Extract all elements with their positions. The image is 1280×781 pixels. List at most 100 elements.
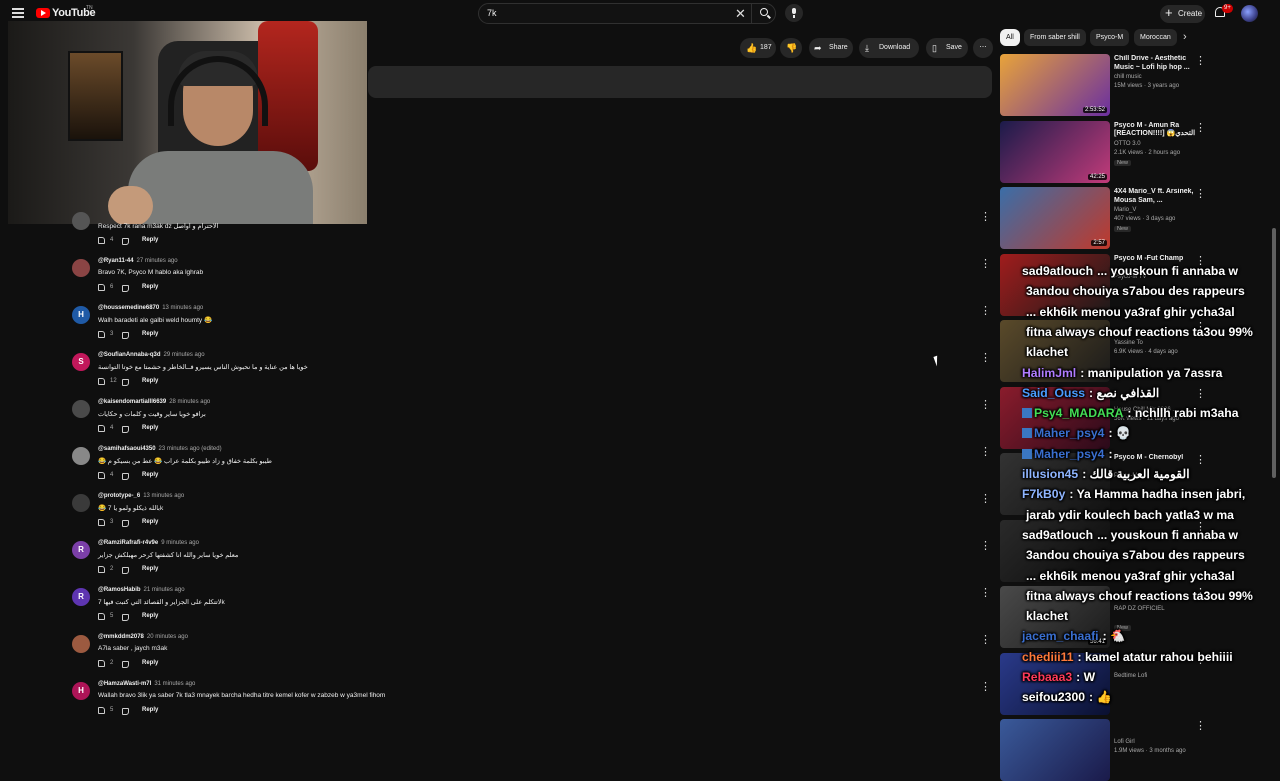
comment-author[interactable]: @RamziRafrafi-r4v9e [98,540,158,546]
comment-avatar[interactable]: R [72,588,90,606]
channel-name[interactable]: Lofi Girl [1114,739,1135,745]
video-thumbnail[interactable]: 42:25 [1000,120,1110,183]
comment-like-icon[interactable] [98,660,105,667]
comment-author[interactable]: @kaisendomartialll6639 [98,399,166,405]
dislike-button[interactable]: 👎 [780,38,802,58]
recommended-video[interactable]: 2:57 4X4 Mario_V ft. Arsinek, Mousa Sam, … [1000,187,1260,249]
recommended-video[interactable]: 2:53:52 Chill Drive - Aesthetic Music ~ L… [1000,54,1260,116]
comment-time[interactable]: 28 minutes ago [169,399,210,405]
video-menu-icon[interactable]: ⋮ [1195,54,1206,67]
comment-avatar[interactable]: H [72,682,90,700]
recommended-video[interactable]: 42:25 Psyco M - Amun Ra [REACTION!!!!] 😱ا… [1000,120,1260,183]
comment-time[interactable]: 27 minutes ago [137,258,178,264]
comment-dislike-icon[interactable] [122,567,129,574]
comment-like-icon[interactable] [98,378,105,385]
comment-dislike-icon[interactable] [122,661,129,668]
comment-like-icon[interactable] [98,237,105,244]
comment-menu-icon[interactable] [980,257,991,272]
channel-name[interactable]: OTTO 3.0 [1114,141,1141,147]
voice-search-icon[interactable] [785,4,803,22]
recommended-video[interactable]: Lofi Girl 1.9M views · 3 months ago ⋮ [1000,719,1260,781]
comment-dislike-icon[interactable] [122,614,129,621]
reply-button[interactable]: Reply [142,284,158,290]
comment-avatar[interactable] [72,494,90,512]
reply-button[interactable]: Reply [142,331,158,337]
reply-button[interactable]: Reply [142,472,158,478]
comment-menu-icon[interactable] [980,586,991,601]
comment-time[interactable]: 9 minutes ago [161,540,199,546]
comment-menu-icon[interactable] [980,492,991,507]
comment-avatar[interactable] [72,635,90,653]
chip-from-saber-shill[interactable]: From saber shill [1024,29,1086,46]
comment-dislike-icon[interactable] [122,285,129,292]
comment-like-icon[interactable] [98,425,105,432]
video-title[interactable]: Chill Drive - Aesthetic Music ~ Lofi hip… [1114,55,1196,72]
comment-menu-icon[interactable] [980,351,991,366]
chip-psyco-m[interactable]: Psyco-M [1090,29,1130,46]
video-thumbnail[interactable]: 2:57 [1000,187,1110,249]
youtube-logo-icon[interactable] [36,8,50,18]
comment-avatar[interactable]: R [72,541,90,559]
comment-menu-icon[interactable] [980,304,991,319]
reply-button[interactable]: Reply [142,707,158,713]
comment-dislike-icon[interactable] [122,708,129,715]
comment-like-icon[interactable] [98,566,105,573]
create-button[interactable]: Create [1160,4,1205,23]
comment-dislike-icon[interactable] [122,520,129,527]
comment-author[interactable]: @RamosHabib [98,587,141,593]
video-menu-icon[interactable]: ⋮ [1195,187,1206,200]
download-button[interactable]: ⤓ Download [859,38,919,58]
comment-avatar[interactable]: S [72,353,90,371]
comment-author[interactable]: @HamzaWasti-m7l [98,681,151,687]
channel-name[interactable]: Mario_V [1114,207,1136,213]
like-button[interactable]: 👍 187 [740,38,776,58]
search-box[interactable]: 7k ✕ [478,3,776,24]
comment-avatar[interactable] [72,400,90,418]
comment-dislike-icon[interactable] [122,238,129,245]
reply-button[interactable]: Reply [142,237,158,243]
comment-dislike-icon[interactable] [122,379,129,386]
comment-like-icon[interactable] [98,613,105,620]
comment-like-icon[interactable] [98,472,105,479]
search-button[interactable] [751,4,777,23]
comment-author[interactable]: @prototype-_6 [98,493,140,499]
comment-like-icon[interactable] [98,519,105,526]
comment-menu-icon[interactable] [980,633,991,648]
chevron-right-icon[interactable]: › [1183,31,1187,43]
clear-search-icon[interactable]: ✕ [735,6,746,22]
comment-time[interactable]: 23 minutes ago (edited) [159,446,222,452]
comment-avatar[interactable]: H [72,306,90,324]
reply-button[interactable]: Reply [142,566,158,572]
comment-menu-icon[interactable] [980,539,991,554]
comment-author[interactable]: @mmkddm2078 [98,634,144,640]
chip-all[interactable]: All [1000,29,1020,46]
comment-author[interactable]: @houssemedine6870 [98,305,159,311]
comment-time[interactable]: 13 minutes ago [162,305,203,311]
reply-button[interactable]: Reply [142,613,158,619]
video-title[interactable]: Psyco M - Amun Ra [REACTION!!!!] 😱التحدي [1114,122,1196,139]
scrollbar[interactable] [1272,228,1276,478]
menu-icon[interactable] [12,8,24,18]
channel-name[interactable]: chill music [1114,74,1142,80]
comment-menu-icon[interactable] [980,680,991,695]
comment-author[interactable]: @Ryan11-44 [98,258,134,264]
comment-author[interactable]: @SoufianAnnaba-q3d [98,352,161,358]
video-description-box[interactable] [368,66,992,98]
comment-time[interactable]: 20 minutes ago [147,634,188,640]
comment-avatar[interactable] [72,447,90,465]
comment-menu-icon[interactable] [980,445,991,460]
comment-dislike-icon[interactable] [122,332,129,339]
comment-dislike-icon[interactable] [122,426,129,433]
video-menu-icon[interactable]: ⋮ [1195,121,1206,134]
video-thumbnail[interactable]: 2:53:52 [1000,54,1110,116]
reply-button[interactable]: Reply [142,425,158,431]
comment-time[interactable]: 13 minutes ago [143,493,184,499]
comment-menu-icon[interactable] [980,398,991,413]
share-button[interactable]: ➦ Share [809,38,853,58]
comment-like-icon[interactable] [98,707,105,714]
save-button[interactable]: ▯ Save [926,38,968,58]
comment-like-icon[interactable] [98,284,105,291]
comment-time[interactable]: 29 minutes ago [164,352,205,358]
reply-button[interactable]: Reply [142,519,158,525]
reply-button[interactable]: Reply [142,660,158,666]
